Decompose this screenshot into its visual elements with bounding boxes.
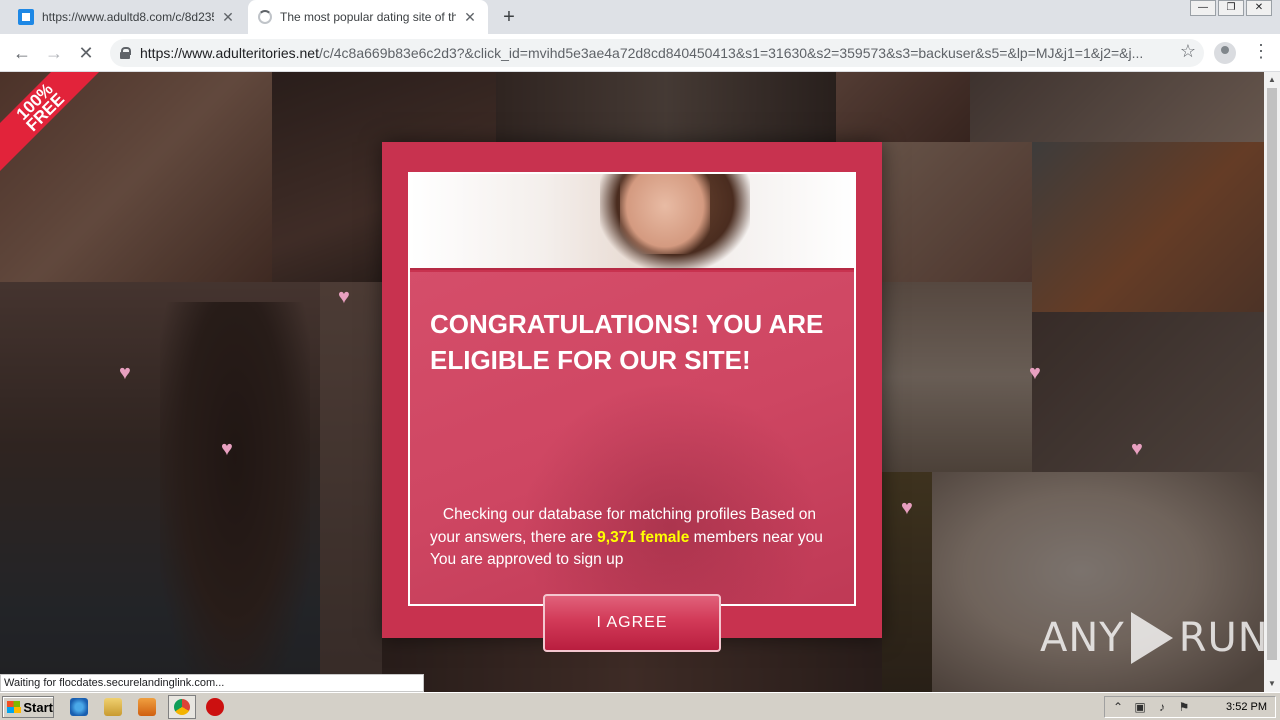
tab-title: https://www.adultd8.com/c/8d2358 [42, 10, 214, 24]
watermark-right: RUN [1178, 615, 1269, 661]
model-photo [410, 174, 854, 270]
scroll-down-icon[interactable]: ▼ [1264, 676, 1280, 692]
tab-dating-site[interactable]: The most popular dating site of this ✕ [248, 0, 488, 34]
signup-modal: CONGRATULATIONS! YOU ARE ELIGIBLE FOR OU… [382, 142, 882, 652]
modal-headline: CONGRATULATIONS! YOU ARE ELIGIBLE FOR OU… [430, 309, 824, 375]
anyrun-watermark: ANY RUN [1040, 612, 1269, 664]
tab-close-icon[interactable]: ✕ [462, 9, 478, 25]
minimize-button[interactable]: — [1190, 0, 1216, 16]
start-label: Start [23, 699, 53, 715]
start-button[interactable]: Start [2, 696, 54, 718]
site-favicon-icon [18, 9, 34, 25]
play-icon [1130, 612, 1173, 664]
heart-icon: ♥ [901, 497, 913, 519]
network-icon[interactable]: ▣ [1133, 700, 1147, 714]
browser-menu-icon[interactable]: ⋮ [1252, 41, 1270, 62]
flag-icon[interactable]: ⚑ [1177, 700, 1191, 714]
tray-expand-icon[interactable]: ⌃ [1111, 700, 1125, 714]
heart-icon: ♥ [338, 286, 350, 308]
media-player-icon[interactable] [138, 698, 156, 716]
file-explorer-icon[interactable] [104, 698, 122, 716]
photo-face [620, 174, 710, 254]
restore-button[interactable]: ❐ [1218, 0, 1244, 16]
window-controls: — ❐ ✕ [1188, 0, 1272, 18]
url-path: /c/4c8a669b83e6c2d3?&click_id=mvihd5e3ae… [318, 45, 1144, 61]
loading-spinner-icon [258, 10, 272, 24]
tab-strip: https://www.adultd8.com/c/8d2358 ✕ The m… [0, 0, 1280, 34]
address-bar[interactable]: https://www.adulteritories.net /c/4c8a66… [110, 39, 1204, 67]
female-count-highlight: 9,371 female [597, 528, 690, 546]
browser-toolbar: ← → ✕ https://www.adulteritories.net /c/… [0, 34, 1280, 72]
tab-adultd8[interactable]: https://www.adultd8.com/c/8d2358 ✕ [8, 0, 246, 34]
heart-icon: ♥ [1131, 438, 1143, 460]
internet-explorer-icon[interactable] [70, 698, 88, 716]
antivirus-icon[interactable] [206, 698, 224, 716]
tab-close-icon[interactable]: ✕ [220, 9, 236, 25]
status-bubble: Waiting for flocdates.securelandinglink.… [0, 674, 424, 692]
profile-avatar-icon[interactable] [1214, 42, 1236, 64]
forward-button[interactable]: → [42, 41, 66, 65]
watermark-left: ANY [1040, 615, 1125, 661]
tab-title: The most popular dating site of this [280, 10, 456, 24]
photo-figure [520, 382, 820, 604]
heart-icon: ♥ [221, 438, 233, 460]
heart-icon: ♥ [119, 362, 131, 384]
windows-taskbar: Start ⌃ ▣ ♪ ⚑ 3:52 PM [0, 692, 1280, 720]
close-window-button[interactable]: ✕ [1246, 0, 1272, 16]
agree-button[interactable]: I AGREE [543, 594, 721, 652]
chrome-taskbar-button[interactable] [168, 695, 196, 719]
chrome-icon [174, 699, 190, 715]
modal-content: CONGRATULATIONS! YOU ARE ELIGIBLE FOR OU… [408, 172, 856, 606]
bookmark-star-icon[interactable]: ☆ [1180, 41, 1196, 62]
new-tab-button[interactable]: + [498, 7, 520, 29]
modal-message: Checking our database for matching profi… [430, 504, 846, 572]
page-scrollbar[interactable]: ▲ ▼ [1264, 72, 1280, 692]
lock-icon[interactable] [120, 47, 131, 59]
system-tray: ⌃ ▣ ♪ ⚑ 3:52 PM [1104, 696, 1276, 718]
heart-icon: ♥ [1029, 362, 1041, 384]
clock[interactable]: 3:52 PM [1226, 701, 1267, 713]
windows-logo-icon [7, 701, 22, 713]
scroll-up-icon[interactable]: ▲ [1264, 72, 1280, 88]
stop-loading-button[interactable]: ✕ [74, 41, 98, 65]
back-button[interactable]: ← [10, 41, 34, 65]
url-host: https://www.adulteritories.net [140, 45, 319, 61]
scroll-thumb[interactable] [1267, 88, 1277, 660]
volume-icon[interactable]: ♪ [1155, 700, 1169, 714]
